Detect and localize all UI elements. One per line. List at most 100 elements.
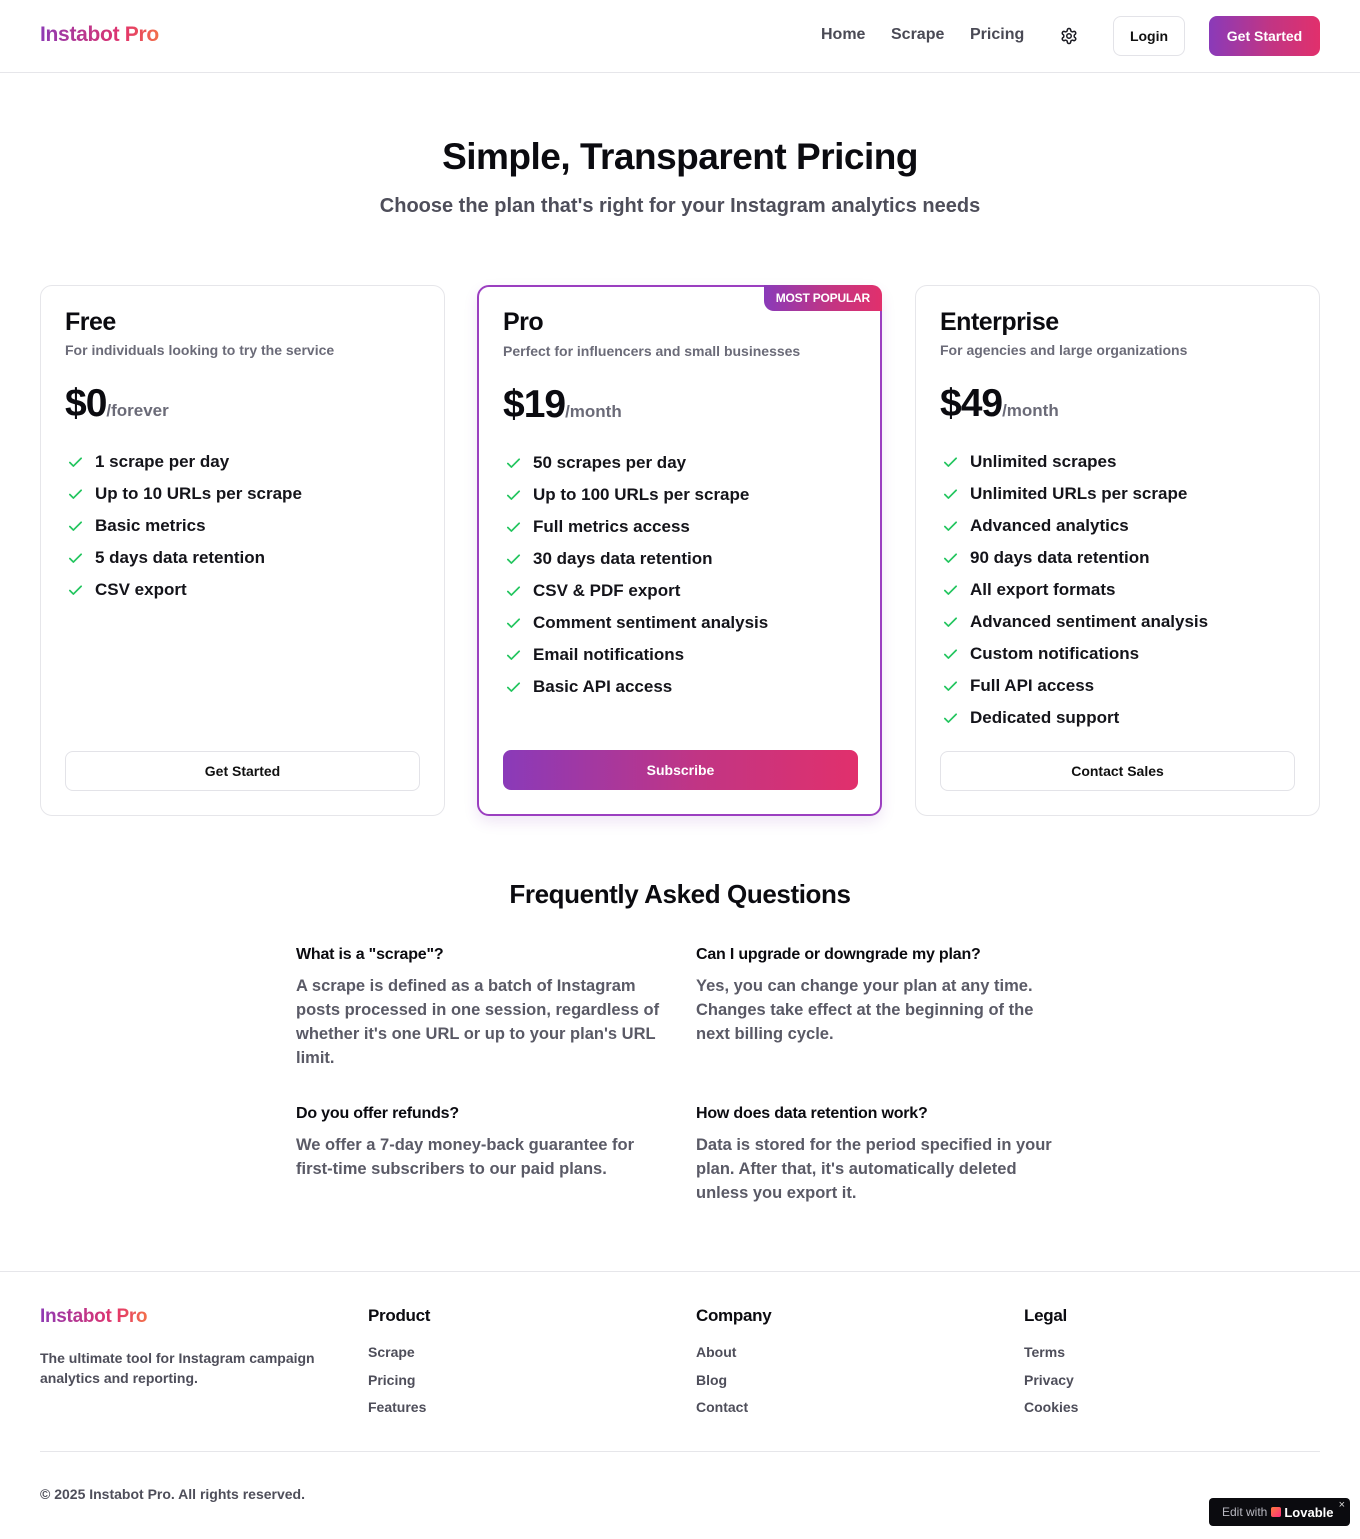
footer-column-product: Product Scrape Pricing Features [368,1306,430,1427]
check-icon [943,648,958,659]
free-get-started-button[interactable]: Get Started [65,751,420,791]
site-header: Instabot Pro Home Scrape Pricing Login G… [0,0,1360,73]
plan-price: $19 /month [503,383,622,427]
plan-name: Enterprise [940,308,1059,336]
check-icon [68,456,83,467]
faq-question: Can I upgrade or downgrade my plan? [696,946,981,963]
gear-icon[interactable] [1060,27,1078,45]
feature-label: 1 scrape per day [95,452,230,471]
check-icon [943,456,958,467]
feature-label: Up to 100 URLs per scrape [533,485,750,504]
faq-question: Do you offer refunds? [296,1105,459,1122]
check-icon [68,520,83,531]
price-period: /month [565,402,622,421]
copyright: © 2025 Instabot Pro. All rights reserved… [40,1486,305,1502]
feature-label: Advanced analytics [970,516,1129,535]
nav-home[interactable]: Home [821,26,865,44]
footer-link-terms[interactable]: Terms [1024,1344,1078,1372]
check-icon [943,520,958,531]
feature-item: Comment sentiment analysis [503,607,768,639]
feature-item: Custom notifications [940,638,1208,670]
footer-divider [40,1451,1320,1452]
check-icon [506,681,521,692]
check-icon [68,552,83,563]
plan-description: For individuals looking to try the servi… [65,342,335,358]
footer-link-scrape[interactable]: Scrape [368,1344,430,1372]
feature-item: Up to 100 URLs per scrape [503,479,768,511]
subscribe-button[interactable]: Subscribe [503,750,858,790]
feature-item: CSV & PDF export [503,575,768,607]
feature-label: Unlimited URLs per scrape [970,484,1188,503]
faq-answer: A scrape is defined as a batch of Instag… [296,977,660,1067]
footer-tagline: The ultimate tool for Instagram campaign… [40,1350,315,1386]
footer-link-contact[interactable]: Contact [696,1399,771,1427]
check-icon [506,457,521,468]
edit-with-lovable-badge[interactable]: Edit with Lovable × [1209,1498,1350,1526]
lovable-heart-icon [1271,1507,1282,1517]
check-icon [506,585,521,596]
plan-name: Pro [503,308,544,336]
most-popular-badge: MOST POPULAR [763,285,882,311]
footer-link-features[interactable]: Features [368,1399,430,1427]
plan-name: Free [65,308,116,336]
faq-question: What is a "scrape"? [296,946,444,963]
plan-card-pro: MOST POPULAR Pro Perfect for influencers… [477,285,882,816]
feature-item: CSV export [65,574,302,606]
check-icon [943,488,958,499]
footer-link-cookies[interactable]: Cookies [1024,1399,1078,1427]
faq-question: How does data retention work? [696,1105,928,1122]
feature-item: Unlimited scrapes [940,446,1208,478]
page-title: Simple, Transparent Pricing [442,136,918,177]
feature-label: Dedicated support [970,708,1120,727]
footer-column-title: Legal [1024,1306,1067,1325]
nav-scrape[interactable]: Scrape [891,26,944,44]
feature-item: Basic metrics [65,510,302,542]
feature-label: CSV & PDF export [533,581,681,600]
feature-item: Full API access [940,670,1208,702]
feature-label: Basic API access [533,677,673,696]
footer-column-title: Company [696,1306,772,1325]
faq-item: Do you offer refunds? We offer a 7-day m… [296,1105,660,1181]
plan-price: $0 /forever [65,382,169,426]
feature-item: Full metrics access [503,511,768,543]
lovable-edit-label: Edit with [1222,1505,1268,1519]
plan-description: Perfect for influencers and small busine… [503,343,801,359]
feature-item: Advanced sentiment analysis [940,606,1208,638]
feature-list: 1 scrape per day Up to 10 URLs per scrape… [65,446,302,606]
faq-answer: Data is stored for the period specified … [696,1136,1052,1202]
feature-item: 5 days data retention [65,542,302,574]
feature-label: 90 days data retention [970,548,1150,567]
feature-label: 5 days data retention [95,548,266,567]
feature-item: 50 scrapes per day [503,447,768,479]
footer-link-blog[interactable]: Blog [696,1372,771,1400]
get-started-button[interactable]: Get Started [1209,16,1320,56]
feature-item: 30 days data retention [503,543,768,575]
feature-item: Email notifications [503,639,768,671]
footer-link-privacy[interactable]: Privacy [1024,1372,1078,1400]
feature-item: Up to 10 URLs per scrape [65,478,302,510]
price-period: /month [1002,401,1059,420]
check-icon [506,649,521,660]
feature-item: 90 days data retention [940,542,1208,574]
check-icon [506,553,521,564]
feature-label: Custom notifications [970,644,1140,663]
faq-item: How does data retention work? Data is st… [696,1105,1060,1205]
footer-link-about[interactable]: About [696,1344,771,1372]
check-icon [506,617,521,628]
footer-logo[interactable]: Instabot Pro [40,1306,148,1328]
check-icon [506,521,521,532]
check-icon [68,488,83,499]
close-icon[interactable]: × [1339,1499,1345,1511]
faq-title: Frequently Asked Questions [509,879,851,909]
plan-card-enterprise: Enterprise For agencies and large organi… [915,285,1320,816]
feature-label: Email notifications [533,645,685,664]
brand-logo[interactable]: Instabot Pro [40,23,159,47]
plan-card-free: Free For individuals looking to try the … [40,285,445,816]
login-button[interactable]: Login [1113,16,1185,56]
nav-pricing[interactable]: Pricing [970,26,1024,44]
contact-sales-button[interactable]: Contact Sales [940,751,1295,791]
feature-item: Dedicated support [940,702,1208,734]
footer-column-company: Company About Blog Contact [696,1306,772,1427]
feature-item: All export formats [940,574,1208,606]
footer-link-pricing[interactable]: Pricing [368,1372,430,1400]
